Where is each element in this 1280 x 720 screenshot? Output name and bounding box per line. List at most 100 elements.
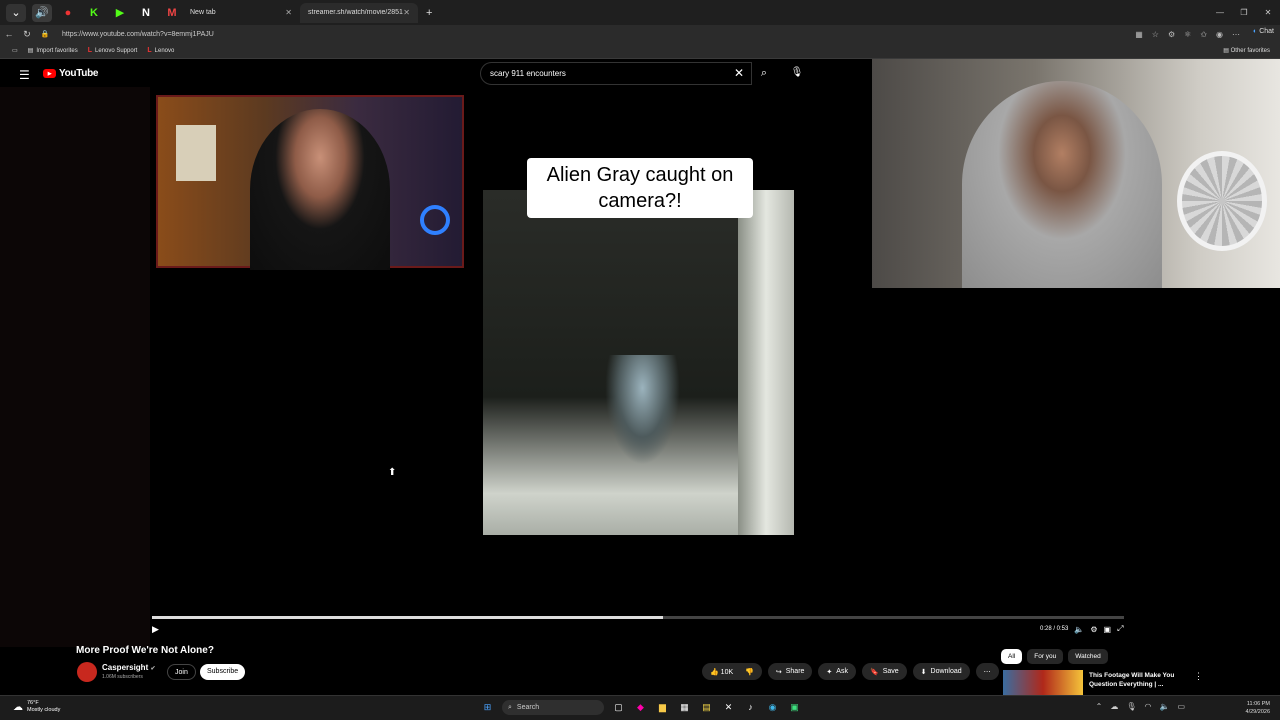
save-button[interactable]: 🔖 Save bbox=[861, 663, 907, 680]
wifi-icon[interactable]: ◠ bbox=[1144, 702, 1151, 711]
chip-watched[interactable]: Watched bbox=[1068, 649, 1108, 664]
address-icons: ▦ ☆ ⚙ ⚛ ✩ ◉ ⋯ bbox=[1135, 25, 1240, 43]
mic-tray-icon[interactable]: 🎙 bbox=[1126, 702, 1136, 711]
taskbar-clock[interactable]: 11:06 PM 4/29/2026 bbox=[1246, 700, 1270, 716]
tab-new-tab[interactable]: New tab ✕ bbox=[182, 3, 300, 23]
miniplayer-icon[interactable]: ▣ bbox=[1104, 625, 1112, 634]
taskbar-apps: ⊞ ⌕ Search ▢ ◆ ▆ ▦ ▤ ✕ ♪ ◉ ▣ bbox=[480, 700, 802, 715]
cloud-icon: ☁ bbox=[13, 701, 23, 713]
window-frame bbox=[738, 190, 794, 535]
channel-avatar[interactable] bbox=[77, 662, 97, 682]
volume-icon[interactable]: 🔈 bbox=[1074, 625, 1084, 634]
subscribe-button[interactable]: Subscribe bbox=[200, 664, 246, 680]
pinned-tab-play-icon[interactable]: ▶ bbox=[110, 4, 130, 22]
new-tab-button[interactable]: + bbox=[418, 3, 440, 23]
x-app-icon[interactable]: ✕ bbox=[721, 700, 736, 715]
fullscreen-icon[interactable]: ⤢ bbox=[1117, 624, 1123, 634]
settings-gear-icon[interactable]: ⚙ bbox=[1090, 625, 1097, 634]
favorite-lenovo-support[interactable]: L Lenovo Support bbox=[88, 47, 138, 54]
favorite-lenovo[interactable]: L Lenovo bbox=[147, 47, 174, 54]
edge-icon[interactable]: ◉ bbox=[765, 700, 780, 715]
sticky-notes-icon[interactable]: ▤ bbox=[699, 700, 714, 715]
other-favorites[interactable]: ▤ Other favorites bbox=[1223, 47, 1270, 54]
menu-icon[interactable]: ☰ bbox=[19, 68, 30, 82]
youtube-logo[interactable]: ▶ YouTube bbox=[43, 68, 99, 79]
recommended-thumbnail[interactable] bbox=[1003, 670, 1083, 695]
pinned-tab-gmail-icon[interactable]: M bbox=[162, 4, 182, 22]
recommendation-chips: All For you Watched bbox=[1001, 649, 1108, 664]
windows-taskbar: ☁ 76°F Mostly cloudy ⊞ ⌕ Search ▢ ◆ ▆ ▦ ▤ … bbox=[0, 695, 1280, 720]
calendar-icon[interactable]: ▦ bbox=[677, 700, 692, 715]
task-view-icon[interactable]: ▢ bbox=[611, 700, 626, 715]
left-dark-panel bbox=[0, 87, 150, 647]
battery-icon[interactable]: ▭ bbox=[1177, 702, 1185, 711]
join-button[interactable]: Join bbox=[167, 664, 196, 680]
minimize-icon[interactable]: — bbox=[1208, 0, 1232, 25]
favorites-icon[interactable]: ✩ bbox=[1200, 30, 1207, 39]
more-icon[interactable]: ⋯ bbox=[1232, 30, 1240, 39]
microphone-icon[interactable]: 🎙 bbox=[788, 64, 806, 82]
settings-icon[interactable]: ⚛ bbox=[1184, 30, 1191, 39]
close-icon[interactable]: ✕ bbox=[285, 8, 292, 17]
video-clip[interactable] bbox=[483, 190, 794, 535]
tab-actions-icon[interactable]: ⌄ bbox=[6, 3, 26, 22]
volume-tray-icon[interactable]: 🔈 bbox=[1159, 702, 1169, 711]
chip-all[interactable]: All bbox=[1001, 649, 1023, 664]
cursor-icon: ⬆ bbox=[388, 467, 397, 478]
profile-icon[interactable]: ◉ bbox=[1216, 30, 1223, 39]
clock-date: 4/29/2026 bbox=[1245, 709, 1270, 715]
download-label: Download bbox=[930, 668, 962, 675]
windows-start-icon[interactable]: ⊞ bbox=[480, 700, 495, 715]
ask-button[interactable]: ✦ Ask bbox=[818, 663, 856, 680]
back-icon[interactable]: ← bbox=[0, 29, 18, 39]
pinned-tab-notion-icon[interactable]: N bbox=[136, 4, 156, 22]
download-button[interactable]: ⬇ Download bbox=[912, 663, 970, 680]
tab-label: New tab bbox=[190, 9, 216, 16]
weather-temp: 76°F bbox=[27, 700, 39, 706]
close-icon[interactable]: ✕ bbox=[403, 8, 410, 17]
chevron-up-icon[interactable]: ⌃ bbox=[1096, 702, 1103, 711]
weather-widget[interactable]: ☁ 76°F Mostly cloudy bbox=[13, 700, 60, 714]
clock-time: 11:06 PM bbox=[1246, 701, 1270, 707]
speaker-icon[interactable]: 🔊 bbox=[32, 3, 52, 22]
favorites-bar: ▭ ▤ Import favorites L Lenovo Support L Len… bbox=[0, 43, 1280, 59]
search-icon[interactable]: ⌕ bbox=[752, 62, 776, 85]
dislike-icon[interactable]: 👎 bbox=[745, 668, 754, 676]
lenovo-icon: L bbox=[147, 47, 152, 54]
apps-icon[interactable]: ▦ bbox=[1135, 30, 1143, 39]
copilot-chat-button[interactable]: ◐ Chat bbox=[1253, 28, 1274, 35]
favorites-toggle-icon[interactable]: ▭ bbox=[12, 47, 18, 54]
favorite-import[interactable]: ▤ Import favorites bbox=[28, 47, 78, 55]
close-window-icon[interactable]: ✕ bbox=[1256, 0, 1280, 25]
favorite-star-icon[interactable]: ☆ bbox=[1152, 30, 1159, 39]
progress-bar[interactable] bbox=[152, 616, 1124, 619]
chip-for-you[interactable]: For you bbox=[1027, 649, 1064, 664]
pinned-tab-kick-icon[interactable]: K bbox=[84, 4, 104, 22]
green-app-icon[interactable]: ▣ bbox=[787, 700, 802, 715]
search-input[interactable]: scary 911 encounters bbox=[480, 62, 752, 85]
taskbar-search[interactable]: ⌕ Search bbox=[502, 700, 604, 715]
copilot-icon[interactable]: ◆ bbox=[633, 700, 648, 715]
tiktok-icon[interactable]: ♪ bbox=[743, 700, 758, 715]
like-button[interactable]: 👍 10K bbox=[710, 668, 733, 676]
url-field[interactable]: https://www.youtube.com/watch?v=8emmj1PA… bbox=[62, 31, 214, 38]
play-icon[interactable]: ▶ bbox=[152, 624, 159, 635]
save-label: Save bbox=[882, 668, 899, 675]
channel-name[interactable]: Caspersight ✔ bbox=[102, 663, 156, 672]
logo-text: YouTube bbox=[59, 68, 99, 79]
maximize-icon[interactable]: ❐ bbox=[1232, 0, 1256, 25]
refresh-icon[interactable]: ↻ bbox=[18, 29, 36, 40]
clear-search-icon[interactable]: ✕ bbox=[734, 66, 744, 80]
site-info-icon[interactable]: 🔒 bbox=[36, 30, 54, 38]
extensions-icon[interactable]: ⚙ bbox=[1168, 30, 1175, 39]
more-vert-icon[interactable]: ⋮ bbox=[1194, 671, 1203, 682]
share-label: Share bbox=[785, 668, 805, 675]
recommended-title[interactable]: This Footage Will Make You Question Ever… bbox=[1089, 671, 1189, 689]
onedrive-icon[interactable]: ☁ bbox=[1110, 702, 1118, 711]
pinned-tab-red-icon[interactable]: ● bbox=[58, 4, 78, 22]
verified-icon: ✔ bbox=[150, 666, 156, 672]
more-actions-icon[interactable]: ⋯ bbox=[975, 663, 999, 680]
share-button[interactable]: ↪ Share bbox=[767, 663, 813, 680]
tab-streamer[interactable]: streamer.sh/watch/movie/2851st... ✕ bbox=[300, 2, 418, 23]
file-explorer-icon[interactable]: ▆ bbox=[655, 700, 670, 715]
